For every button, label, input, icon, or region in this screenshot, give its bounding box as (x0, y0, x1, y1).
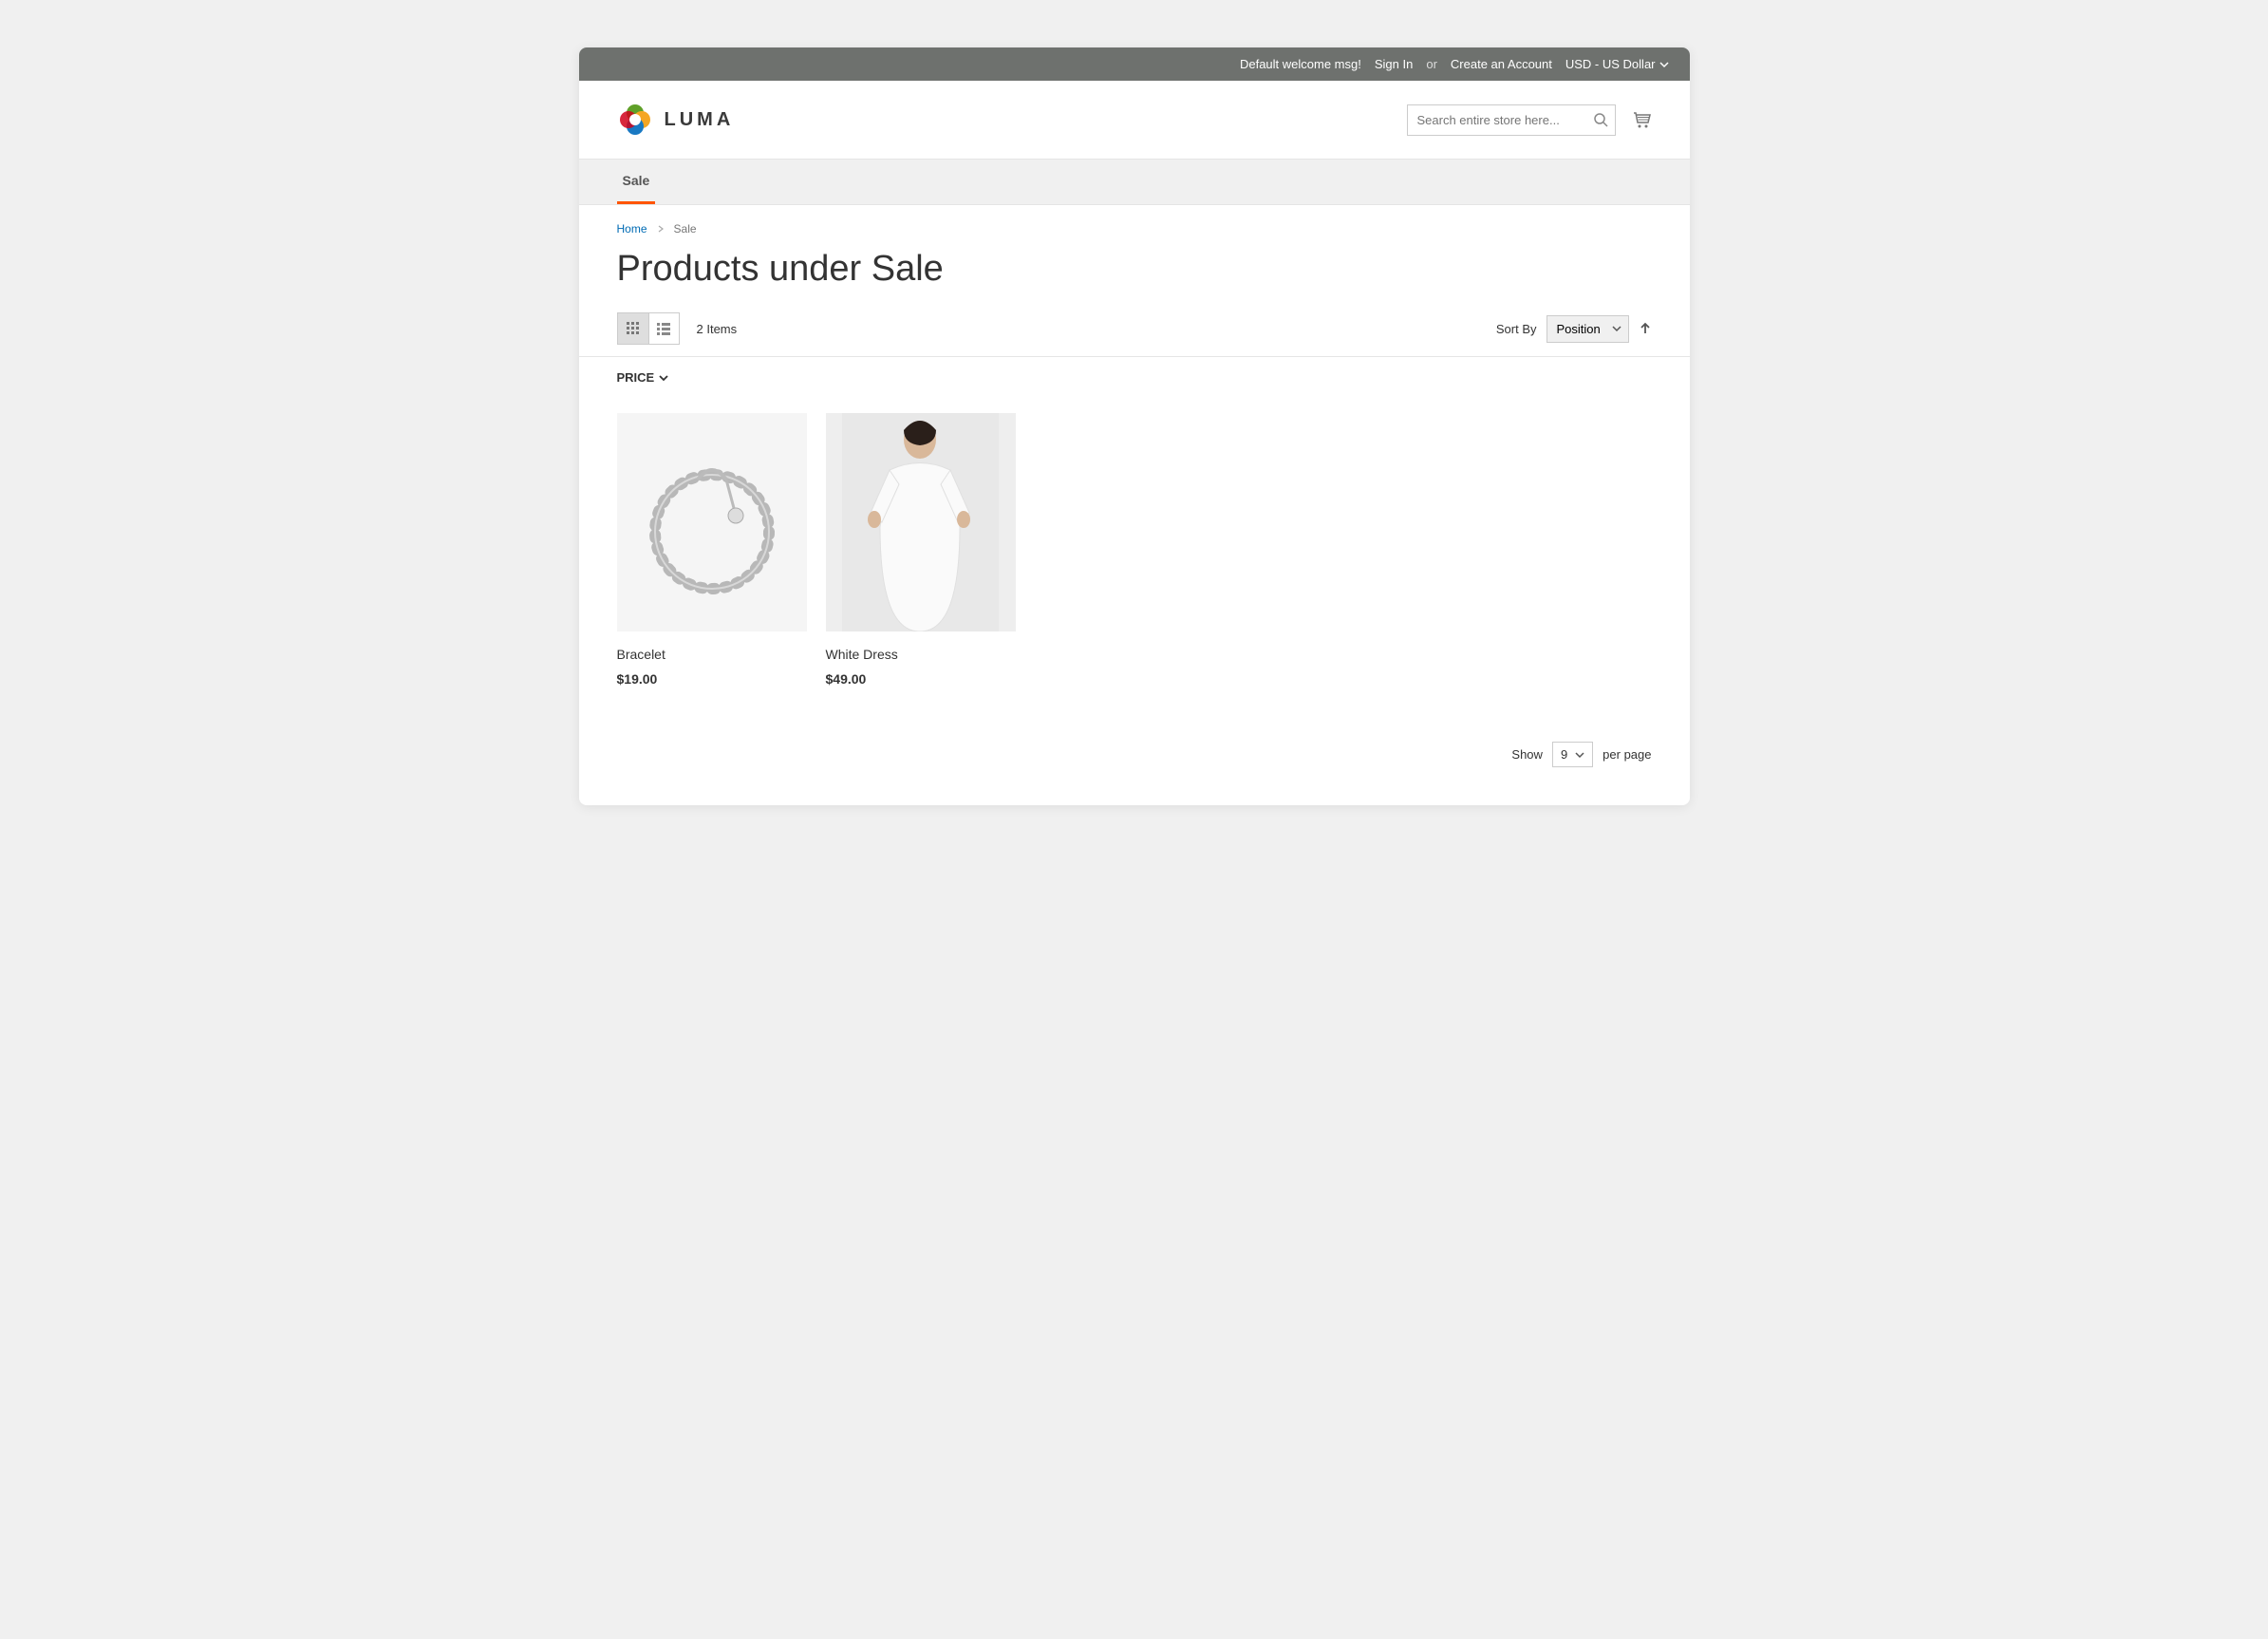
chevron-down-icon (658, 372, 669, 384)
panel-header: Default welcome msg! Sign In or Create a… (579, 47, 1690, 81)
arrow-up-icon (1639, 322, 1652, 335)
page-frame: Default welcome msg! Sign In or Create a… (579, 47, 1690, 805)
price-filter[interactable]: PRICE (579, 357, 1690, 394)
chevron-right-icon (657, 225, 665, 233)
nav-bar: Sale (579, 159, 1690, 205)
per-page-label: per page (1603, 747, 1651, 762)
chevron-down-icon (1659, 60, 1669, 69)
logo[interactable]: LUMA (617, 102, 735, 138)
chevron-down-icon (1575, 750, 1584, 760)
product-card-white-dress[interactable]: White Dress $49.00 (826, 413, 1016, 687)
search-box (1407, 104, 1616, 136)
product-price: $19.00 (617, 671, 807, 687)
item-count: 2 Items (697, 322, 738, 336)
list-view-button[interactable] (648, 313, 679, 344)
search-icon[interactable] (1593, 112, 1608, 127)
show-label: Show (1511, 747, 1543, 762)
cart-icon[interactable] (1631, 109, 1652, 130)
product-name: White Dress (826, 647, 1016, 662)
breadcrumb-current: Sale (674, 222, 697, 235)
product-card-bracelet[interactable]: Bracelet $19.00 (617, 413, 807, 687)
or-separator: or (1426, 57, 1437, 71)
logo-text: LUMA (665, 109, 735, 131)
sort-by-select[interactable]: Position (1546, 315, 1629, 343)
product-grid: Bracelet $19.00 White Dress $49.00 (579, 394, 1690, 725)
breadcrumb: Home Sale (579, 205, 1690, 235)
toolbar-right: Sort By Position (1496, 315, 1652, 343)
breadcrumb-home[interactable]: Home (617, 222, 647, 235)
toolbar: 2 Items Sort By Position (579, 312, 1690, 357)
currency-switcher[interactable]: USD - US Dollar (1565, 57, 1669, 71)
header-main: LUMA (579, 81, 1690, 159)
nav-tab-sale[interactable]: Sale (617, 160, 656, 204)
grid-icon (627, 322, 640, 335)
product-image (826, 413, 1016, 631)
sign-in-link[interactable]: Sign In (1375, 57, 1413, 71)
currency-label: USD - US Dollar (1565, 57, 1656, 71)
product-name: Bracelet (617, 647, 807, 662)
page-title: Products under Sale (579, 235, 1690, 312)
list-icon (657, 322, 670, 335)
sort-by-label: Sort By (1496, 322, 1537, 336)
product-price: $49.00 (826, 671, 1016, 687)
toolbar-bottom: Show 9 per page (579, 725, 1690, 805)
product-image (617, 413, 807, 631)
view-mode-group (617, 312, 680, 345)
search-input[interactable] (1407, 104, 1616, 136)
price-filter-label: PRICE (617, 370, 655, 385)
limiter-value: 9 (1561, 747, 1567, 762)
toolbar-left: 2 Items (617, 312, 738, 345)
limiter-select[interactable]: 9 (1552, 742, 1593, 767)
sort-direction-button[interactable] (1639, 322, 1652, 335)
logo-icon (617, 102, 653, 138)
sort-by-select-wrap: Position (1546, 315, 1629, 343)
create-account-link[interactable]: Create an Account (1451, 57, 1552, 71)
welcome-msg: Default welcome msg! (1240, 57, 1361, 71)
grid-view-button[interactable] (618, 313, 648, 344)
header-right (1407, 104, 1652, 136)
